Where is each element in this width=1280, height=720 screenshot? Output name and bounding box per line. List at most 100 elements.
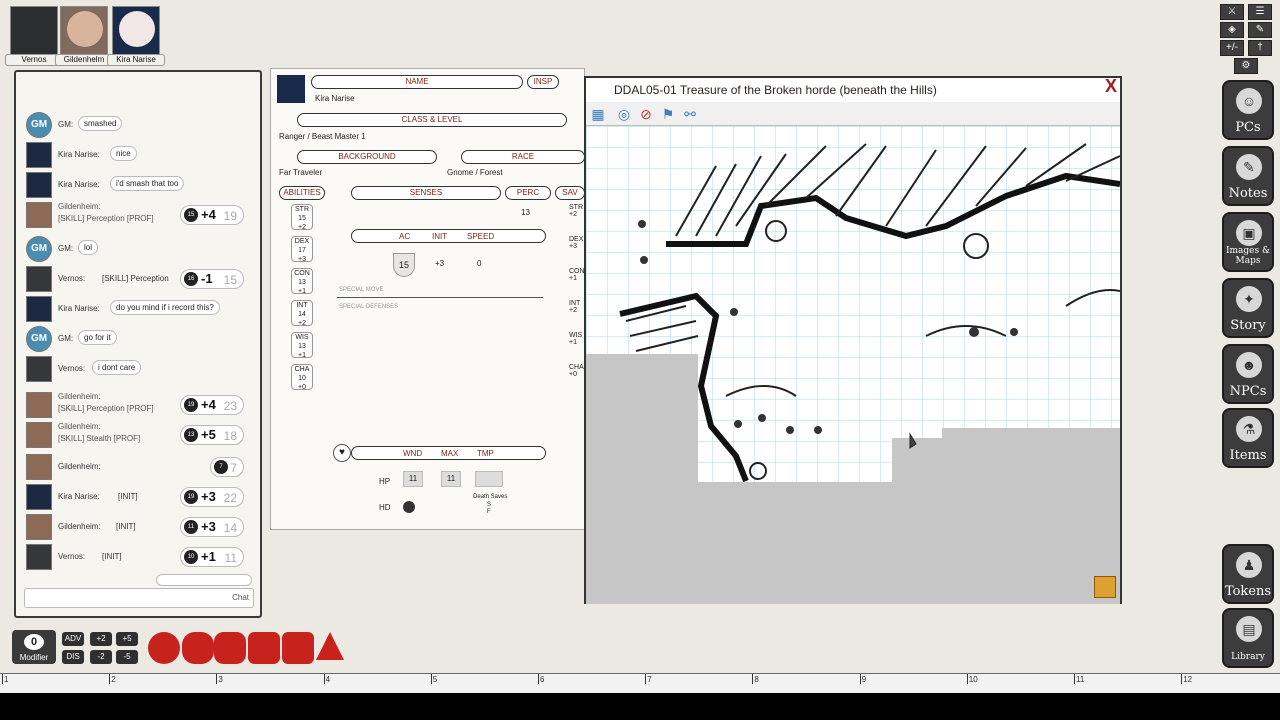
hd-die-icon[interactable] bbox=[403, 501, 415, 513]
save-wis[interactable]: WIS +1 bbox=[569, 332, 582, 346]
sidebar-librarybutton[interactable]: ▤ Library bbox=[1222, 608, 1274, 668]
ability-str[interactable]: STR 15 +2 bbox=[291, 204, 313, 231]
ability-con[interactable]: CON 13 +1 bbox=[291, 268, 313, 295]
perc-value[interactable]: 13 bbox=[521, 208, 530, 217]
d10-icon[interactable] bbox=[214, 632, 246, 664]
ability-dex[interactable]: DEX 17 +3 bbox=[291, 236, 313, 263]
mask-icon[interactable]: ⊘ bbox=[638, 106, 654, 122]
link-icon[interactable]: ⚯ bbox=[682, 106, 698, 122]
background-value[interactable]: Far Traveler bbox=[279, 168, 322, 177]
ability-wis[interactable]: WIS 13 +1 bbox=[291, 332, 313, 359]
sidebar-npcsbutton[interactable]: ☻ NPCs bbox=[1222, 344, 1274, 404]
d6-icon[interactable] bbox=[282, 632, 314, 664]
hotkey-slot-number[interactable]: 3 bbox=[218, 675, 222, 684]
dice-result[interactable]: 11 +3 14 bbox=[180, 517, 244, 537]
class-value[interactable]: Ranger / Beast Master 1 bbox=[279, 132, 366, 141]
save-int[interactable]: INT +2 bbox=[569, 300, 580, 314]
ac-shield[interactable]: 15 bbox=[393, 253, 415, 277]
ability-mod: +3 bbox=[298, 256, 306, 263]
hotkey-slot-number[interactable]: 2 bbox=[111, 675, 115, 684]
portrait-vernos[interactable]: Vernos bbox=[5, 6, 63, 66]
chat-send-button[interactable]: Chat bbox=[232, 593, 249, 602]
combat-tracker-button[interactable]: ⚔ bbox=[1220, 4, 1244, 20]
resize-icon[interactable] bbox=[1094, 576, 1116, 598]
dice-tower-button[interactable]: ◈ bbox=[1220, 22, 1244, 38]
init-value[interactable]: +3 bbox=[435, 259, 444, 268]
d12-icon[interactable] bbox=[182, 632, 214, 664]
plus5-button[interactable]: +5 bbox=[116, 632, 138, 646]
portrait-gildenhelm[interactable]: Gildenhelm bbox=[55, 6, 113, 66]
dice-result[interactable]: 10 +1 11 bbox=[180, 547, 244, 567]
hotkey-slot-number[interactable]: 12 bbox=[1183, 675, 1192, 684]
adv-button[interactable]: ADV bbox=[62, 632, 84, 646]
save-cha[interactable]: CHA +0 bbox=[569, 364, 584, 378]
dice-result[interactable]: 15 +4 19 bbox=[180, 205, 244, 225]
gear-icon[interactable]: ⚙ bbox=[1234, 58, 1258, 74]
chat-input[interactable]: Chat bbox=[24, 588, 254, 608]
modifiers-button[interactable]: ✎ bbox=[1248, 22, 1272, 38]
modifier-box[interactable]: 0 Modifier bbox=[12, 630, 56, 664]
hp-max[interactable]: 11 bbox=[441, 471, 461, 487]
flag-icon[interactable]: ⚑ bbox=[660, 106, 676, 122]
speed-value[interactable]: 0 bbox=[477, 259, 481, 268]
close-icon[interactable]: X bbox=[1102, 77, 1120, 96]
hp-wounds[interactable]: 11 bbox=[403, 471, 423, 487]
death-saves-failure[interactable]: F bbox=[487, 509, 491, 515]
chat-mode-select[interactable] bbox=[156, 574, 252, 586]
hotkey-slot-number[interactable]: 10 bbox=[969, 675, 978, 684]
death-saves-success[interactable]: S bbox=[487, 502, 491, 508]
chat-roll-desc: [SKILL] Perception [PROF] bbox=[58, 214, 154, 223]
hotkey-slot-number[interactable]: 7 bbox=[647, 675, 651, 684]
portrait-name: Kira Narise bbox=[107, 54, 165, 66]
dice-result[interactable]: 13 +5 18 bbox=[180, 425, 244, 445]
sidebar-images-mapsbutton[interactable]: ▣ Images & Maps bbox=[1222, 212, 1274, 272]
map-canvas[interactable] bbox=[586, 126, 1120, 604]
avatar bbox=[26, 422, 52, 448]
hotkey-slot-number[interactable]: 5 bbox=[433, 675, 437, 684]
character-name[interactable]: Kira Narise bbox=[315, 94, 355, 103]
dice-result[interactable]: 77 bbox=[210, 457, 244, 477]
roll-total: 11 bbox=[224, 551, 237, 565]
minus2-button[interactable]: -2 bbox=[90, 650, 112, 664]
avatar bbox=[26, 142, 52, 168]
save-mod: +1 bbox=[569, 339, 577, 346]
hotkey-slot-number[interactable]: 6 bbox=[540, 675, 544, 684]
effects-button[interactable]: † bbox=[1248, 40, 1272, 56]
ability-int[interactable]: INT 14 +2 bbox=[291, 300, 313, 327]
hotkey-slot-number[interactable]: 8 bbox=[754, 675, 758, 684]
save-str[interactable]: STR +2 bbox=[569, 204, 583, 218]
sidebar-storybutton[interactable]: ✦ Story bbox=[1222, 278, 1274, 338]
d8-icon[interactable] bbox=[248, 632, 280, 664]
hotkey-slot-number[interactable]: 4 bbox=[326, 675, 330, 684]
hotkey-slot-number[interactable]: 1 bbox=[4, 675, 8, 684]
save-con[interactable]: CON +1 bbox=[569, 268, 585, 282]
sheet-portrait[interactable] bbox=[277, 75, 305, 103]
sidebar-notesbutton[interactable]: ✎ Notes bbox=[1222, 146, 1274, 206]
dice-result[interactable]: 16 -1 15 bbox=[180, 269, 244, 289]
d4-icon[interactable] bbox=[316, 632, 344, 660]
d20-icon[interactable] bbox=[148, 632, 180, 664]
hotkey-slot-number[interactable]: 9 bbox=[862, 675, 866, 684]
target-icon[interactable]: ◎ bbox=[616, 106, 632, 122]
race-value[interactable]: Gnome / Forest bbox=[447, 168, 503, 177]
plus-minus-button[interactable]: +/- bbox=[1220, 40, 1244, 56]
roll-total: 15 bbox=[223, 273, 237, 287]
sidebar-tokensbutton[interactable]: ♟ Tokens bbox=[1222, 544, 1274, 604]
hotkey-slot-number[interactable]: 11 bbox=[1076, 675, 1084, 684]
party-sheet-button[interactable]: ☰ bbox=[1248, 4, 1272, 20]
sidebar-pcsbutton[interactable]: ☺ PCs bbox=[1222, 80, 1274, 140]
portrait-kira[interactable]: Kira Narise bbox=[107, 6, 165, 66]
plus2-button[interactable]: +2 bbox=[90, 632, 112, 646]
d20-icon: 7 bbox=[214, 460, 228, 474]
ability-score: 17 bbox=[298, 247, 306, 254]
minus5-button[interactable]: -5 bbox=[116, 650, 138, 664]
sidebar-itemsbutton[interactable]: ⚗ Items bbox=[1222, 408, 1274, 468]
chat-speaker: Kira Narise: bbox=[58, 150, 100, 159]
ability-cha[interactable]: CHA 10 +0 bbox=[291, 364, 313, 391]
save-dex[interactable]: DEX +3 bbox=[569, 236, 583, 250]
grid-icon[interactable]: ▦ bbox=[590, 106, 606, 122]
hp-temp[interactable] bbox=[475, 471, 503, 487]
dice-result[interactable]: 19 +4 23 bbox=[180, 395, 244, 415]
dis-button[interactable]: DIS bbox=[62, 650, 84, 664]
dice-result[interactable]: 19 +3 22 bbox=[180, 487, 244, 507]
